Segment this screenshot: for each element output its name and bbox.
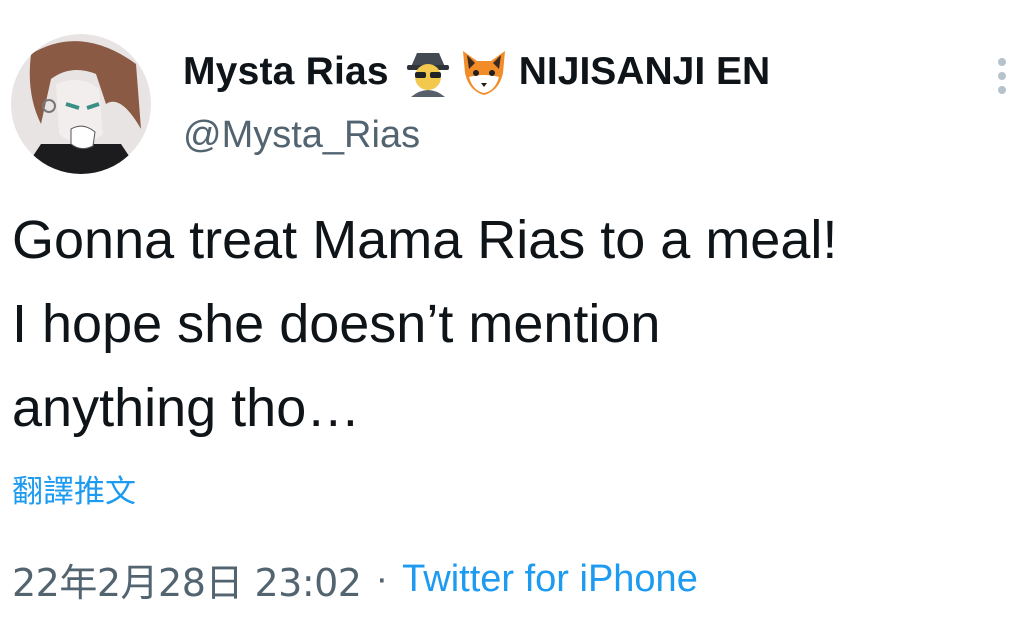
metadata-separator: · bbox=[375, 558, 389, 600]
tweet-source-link[interactable]: Twitter for iPhone bbox=[402, 558, 698, 601]
more-options-icon[interactable] bbox=[992, 58, 1012, 98]
display-name[interactable]: Mysta Rias bbox=[183, 50, 389, 94]
org-name[interactable]: NIJISANJI EN bbox=[519, 50, 770, 94]
fox-emoji-icon bbox=[459, 47, 509, 97]
tweet-header: Mysta Rias NIJISANJI EN @Mysta_Rias bbox=[183, 40, 770, 157]
name-row: Mysta Rias NIJISANJI EN bbox=[183, 40, 770, 104]
avatar[interactable] bbox=[11, 34, 151, 174]
spy-emoji-icon bbox=[403, 47, 453, 97]
translate-tweet-link[interactable]: 翻譯推文 bbox=[12, 466, 136, 511]
tweet-metadata: 22年2月28日 23:02 · Twitter for iPhone bbox=[12, 552, 698, 607]
user-handle[interactable]: @Mysta_Rias bbox=[183, 114, 770, 157]
tweet-timestamp[interactable]: 22年2月28日 23:02 bbox=[12, 552, 362, 607]
tweet-text: Gonna treat Mama Rias to a meal! I hope … bbox=[12, 210, 838, 438]
